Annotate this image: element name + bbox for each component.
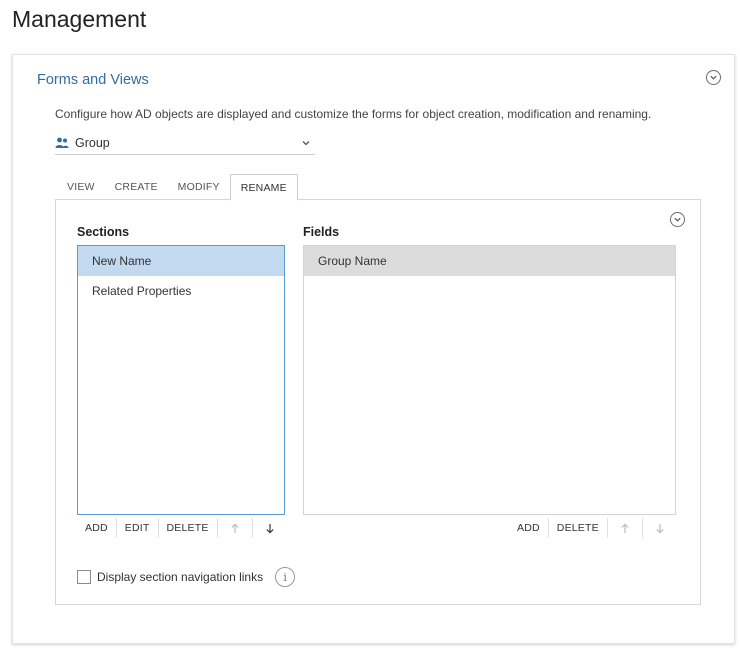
page-title: Management	[12, 6, 147, 32]
panel-collapse-button[interactable]	[670, 212, 685, 227]
nav-links-option: Display section navigation links i	[77, 567, 296, 587]
tab-rename[interactable]: RENAME	[229, 174, 298, 201]
arrow-down-icon	[265, 523, 274, 534]
field-move-down-button[interactable]	[643, 518, 677, 538]
chevron-down-icon	[710, 75, 717, 80]
tab-modify[interactable]: MODIFY	[168, 174, 230, 200]
card-title: Forms and Views	[37, 72, 149, 88]
arrow-up-icon	[230, 523, 239, 533]
group-icon	[55, 137, 69, 148]
arrow-up-icon	[621, 523, 629, 533]
section-move-up-button[interactable]	[218, 518, 253, 538]
fields-header: Fields	[303, 225, 340, 239]
sections-list[interactable]: New Name Related Properties	[77, 245, 285, 515]
section-add-button[interactable]: ADD	[77, 518, 117, 538]
forms-and-views-card: Forms and Views Configure how AD objects…	[12, 54, 735, 644]
info-icon[interactable]: i	[275, 567, 296, 587]
form-tabs: VIEW CREATE MODIFY RENAME	[57, 174, 298, 201]
object-type-value: Group	[75, 135, 110, 150]
chevron-down-icon	[302, 140, 310, 145]
sections-header: Sections	[77, 225, 130, 239]
fields-toolbar: ADD DELETE	[509, 518, 677, 538]
object-type-select[interactable]: Group	[55, 131, 315, 155]
card-description: Configure how AD objects are displayed a…	[55, 107, 652, 121]
fields-list[interactable]: Group Name	[303, 245, 676, 515]
tab-view[interactable]: VIEW	[57, 174, 105, 200]
section-delete-button[interactable]: DELETE	[159, 518, 218, 538]
nav-links-checkbox[interactable]	[77, 570, 91, 584]
rename-panel: Sections Fields New Name Related Propert…	[55, 199, 701, 605]
list-item[interactable]: Group Name	[304, 246, 675, 276]
sections-toolbar: ADD EDIT DELETE	[77, 518, 287, 538]
tab-create[interactable]: CREATE	[105, 174, 168, 200]
arrow-down-icon	[656, 523, 664, 534]
list-item[interactable]: New Name	[78, 246, 284, 276]
chevron-down-icon	[674, 217, 681, 222]
section-move-down-button[interactable]	[253, 518, 287, 538]
section-edit-button[interactable]: EDIT	[117, 518, 159, 538]
nav-links-label[interactable]: Display section navigation links	[97, 570, 263, 584]
field-move-up-button[interactable]	[608, 518, 643, 538]
list-item[interactable]: Related Properties	[78, 276, 284, 306]
field-delete-button[interactable]: DELETE	[549, 518, 608, 538]
card-collapse-button[interactable]	[706, 70, 721, 85]
field-add-button[interactable]: ADD	[509, 518, 549, 538]
